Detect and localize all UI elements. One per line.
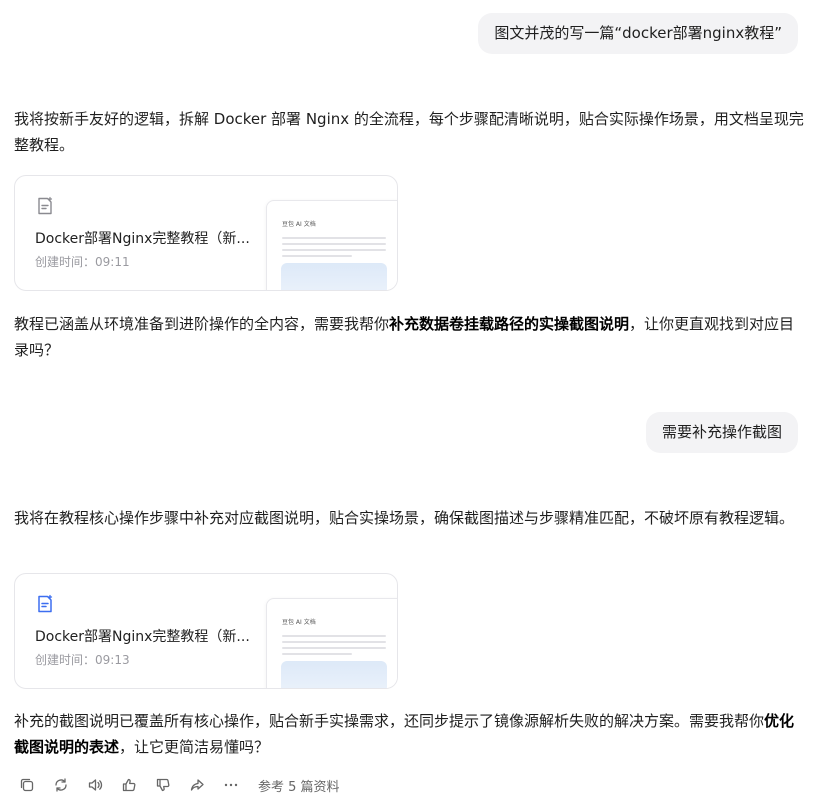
thumbs-down-icon[interactable] [154, 776, 172, 794]
preview-line [282, 249, 386, 251]
share-icon[interactable] [188, 776, 206, 794]
ai-response-intro: 我将在教程核心操作步骤中补充对应截图说明，贴合实操场景，确保截图描述与步骤精准匹… [14, 509, 795, 527]
preview-header: 豆包 AI 文档 [282, 221, 316, 228]
references-link[interactable]: 参考 5 篇资料 [258, 776, 340, 795]
message-action-bar: 参考 5 篇资料 [18, 774, 340, 796]
preview-header: 豆包 AI 文档 [282, 619, 316, 626]
document-created-time: 创建时间：09:11 [35, 255, 130, 269]
ai-followup-pre: 教程已涵盖从环境准备到进阶操作的全内容，需要我帮你 [14, 315, 390, 333]
more-icon[interactable] [222, 776, 240, 794]
ai-followup-text: 教程已涵盖从环境准备到进阶操作的全内容，需要我帮你补充数据卷挂载路径的实操截图说… [14, 311, 804, 363]
document-preview-thumbnail: 豆包 AI 文档 [266, 200, 397, 290]
user-message-text: 需要补充操作截图 [661, 423, 782, 441]
ai-followup-pre: 补充的截图说明已覆盖所有核心操作，贴合新手实操需求，还同步提示了镜像源解析失败的… [14, 712, 765, 730]
preview-line [282, 237, 386, 239]
thumbs-up-icon[interactable] [120, 776, 138, 794]
document-title: Docker部署Nginx完整教程（新... [35, 629, 250, 645]
preview-line [282, 647, 386, 649]
preview-line [282, 653, 352, 655]
preview-line [282, 243, 386, 245]
copy-icon[interactable] [18, 776, 36, 794]
ai-response-intro: 我将按新手友好的逻辑，拆解 Docker 部署 Nginx 的全流程，每个步骤配… [14, 110, 804, 154]
ai-followup-highlight: 补充数据卷挂载路径的实操截图说明 [389, 315, 630, 333]
document-icon [38, 594, 53, 613]
ai-followup-text: 补充的截图说明已覆盖所有核心操作，贴合新手实操需求，还同步提示了镜像源解析失败的… [14, 708, 804, 760]
user-message-bubble: 需要补充操作截图 [645, 412, 798, 453]
preview-image-block [281, 661, 387, 688]
document-icon [38, 196, 53, 215]
preview-line [282, 641, 386, 643]
document-card[interactable]: Docker部署Nginx完整教程（新... 创建时间：09:11 豆包 AI … [14, 175, 398, 291]
document-title: Docker部署Nginx完整教程（新... [35, 231, 250, 247]
document-preview-thumbnail: 豆包 AI 文档 [266, 598, 397, 688]
document-card[interactable]: Docker部署Nginx完整教程（新... 创建时间：09:13 豆包 AI … [14, 573, 398, 689]
read-aloud-icon[interactable] [86, 776, 104, 794]
user-message-text: 图文并茂的写一篇“docker部署nginx教程” [494, 24, 782, 42]
ai-response-text: 我将按新手友好的逻辑，拆解 Docker 部署 Nginx 的全流程，每个步骤配… [14, 106, 804, 158]
regenerate-icon[interactable] [52, 776, 70, 794]
user-message-bubble: 图文并茂的写一篇“docker部署nginx教程” [478, 13, 798, 54]
ai-followup-post: ，让它更简洁易懂吗？ [119, 738, 270, 756]
preview-image-block [281, 263, 387, 290]
preview-line [282, 635, 386, 637]
document-created-time: 创建时间：09:13 [35, 653, 130, 667]
ai-response-text: 我将在教程核心操作步骤中补充对应截图说明，贴合实操场景，确保截图描述与步骤精准匹… [14, 505, 804, 531]
preview-line [282, 255, 352, 257]
